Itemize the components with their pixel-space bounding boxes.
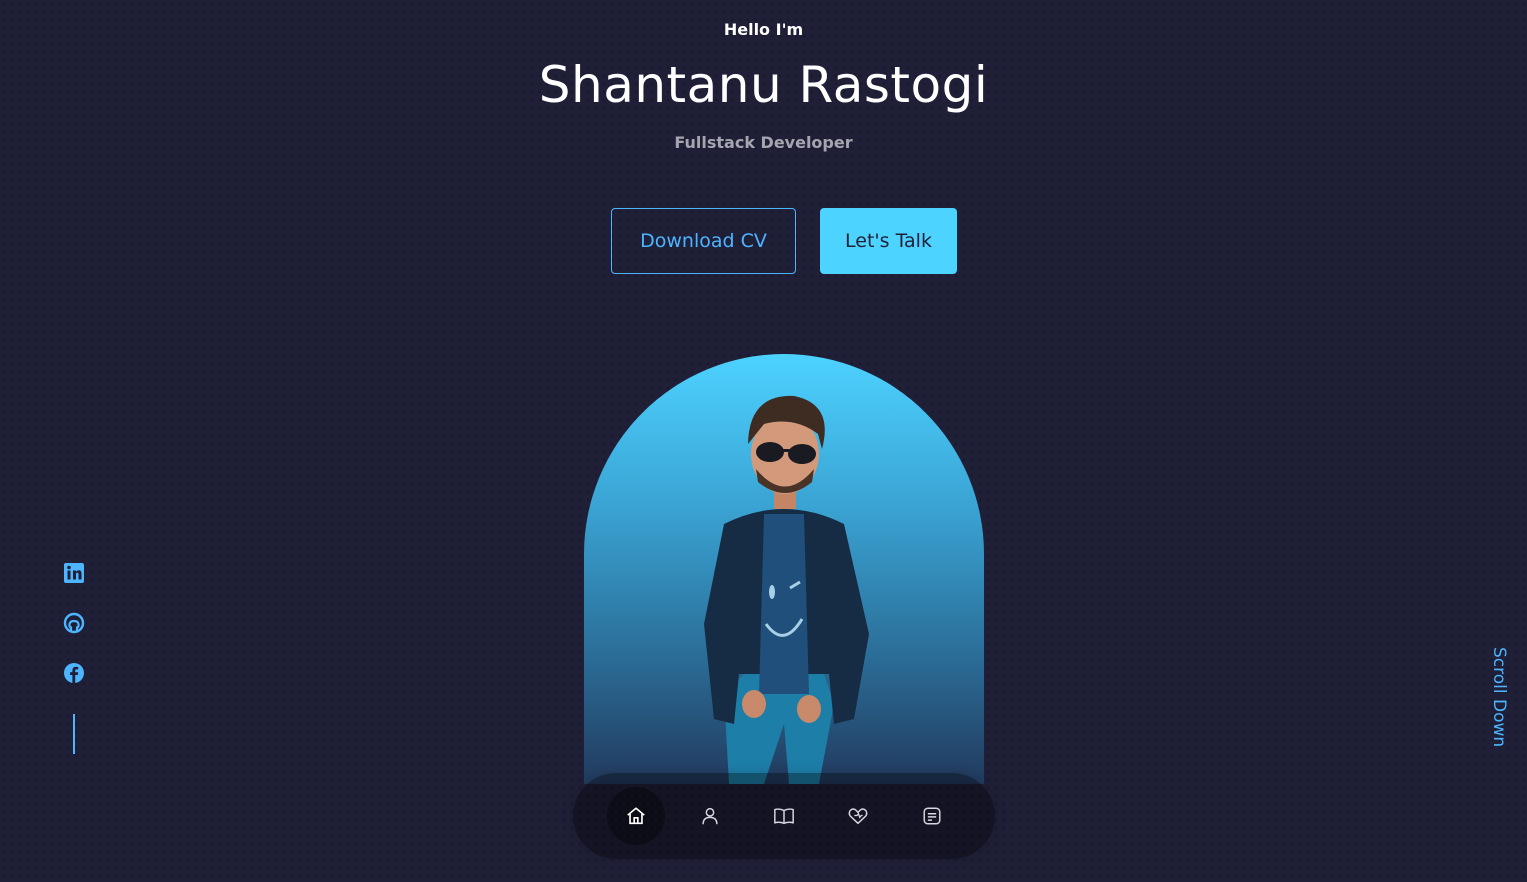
nav-services[interactable]	[829, 787, 887, 845]
greeting-text: Hello I'm	[723, 20, 804, 39]
scroll-down-link[interactable]: Scroll Down	[1487, 647, 1509, 747]
nav-about[interactable]	[681, 787, 739, 845]
social-divider-line	[73, 714, 75, 754]
nav-home[interactable]	[607, 787, 665, 845]
home-icon	[627, 807, 645, 825]
message-icon	[923, 807, 941, 825]
nav-experience[interactable]	[755, 787, 813, 845]
services-icon	[848, 808, 868, 825]
role-subtitle: Fullstack Developer	[674, 133, 853, 152]
github-icon[interactable]	[63, 612, 85, 634]
person-illustration	[704, 395, 869, 784]
download-cv-button[interactable]: Download CV	[611, 208, 796, 274]
book-icon	[774, 808, 794, 825]
lets-talk-button[interactable]: Let's Talk	[820, 208, 957, 274]
nav-contact[interactable]	[903, 787, 961, 845]
bottom-nav	[573, 773, 995, 859]
user-icon	[702, 807, 718, 825]
facebook-icon[interactable]	[63, 662, 85, 684]
linkedin-icon[interactable]	[63, 562, 85, 584]
profile-photo	[584, 354, 984, 784]
page-title: Shantanu Rastogi	[538, 56, 989, 114]
social-links	[63, 562, 85, 754]
